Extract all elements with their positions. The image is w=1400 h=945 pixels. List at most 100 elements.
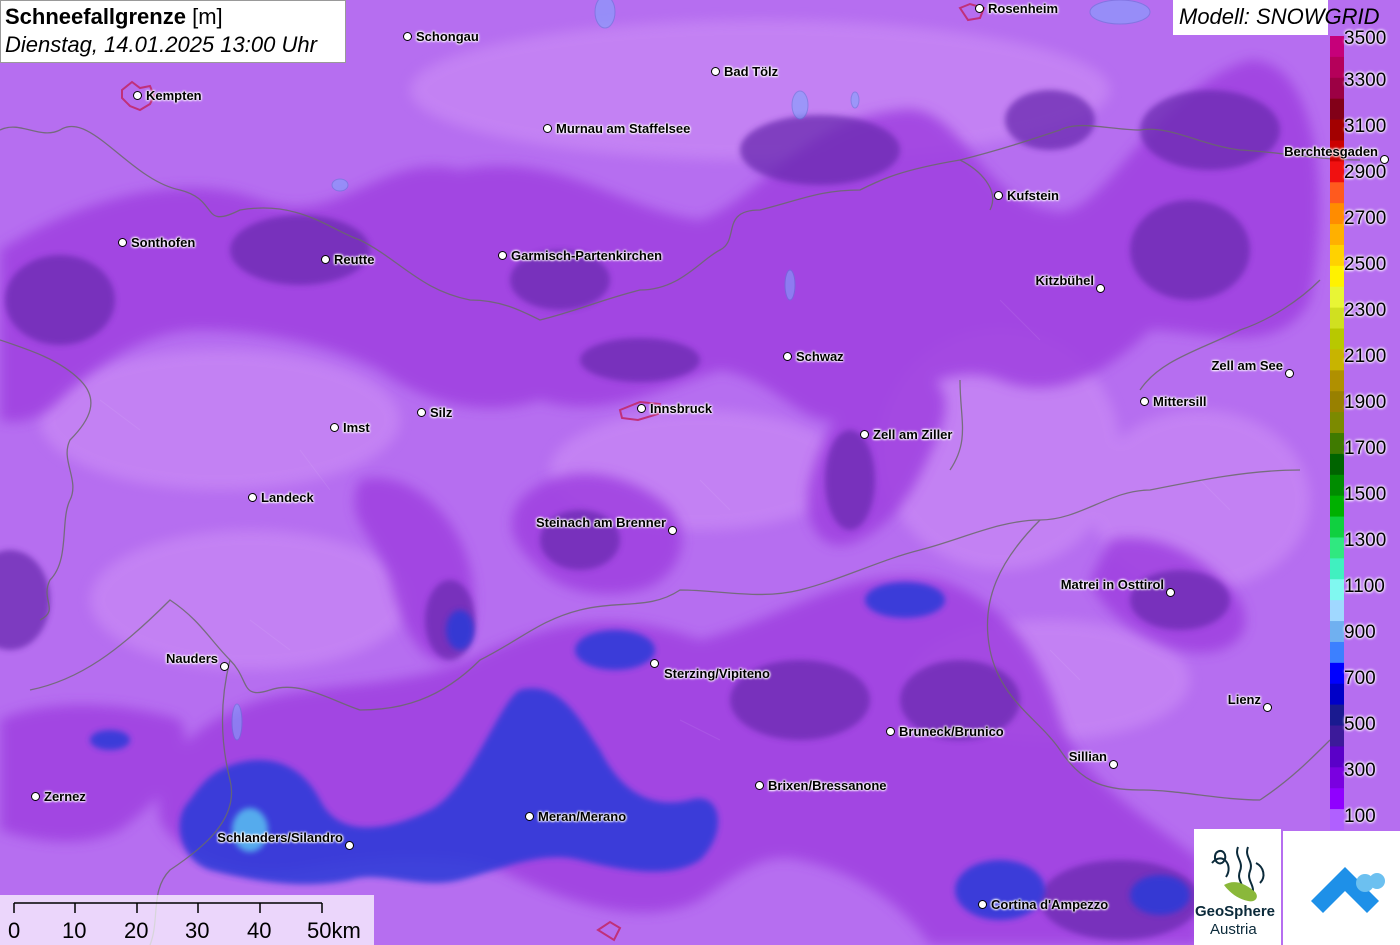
city-dot-icon [978, 900, 987, 909]
city-dot-icon [1140, 397, 1149, 406]
city-label: Lienz [1227, 692, 1261, 707]
legend-label: 3100 [1344, 116, 1387, 137]
city-label: Landeck [261, 490, 314, 505]
city-label: Sillian [1068, 749, 1107, 764]
legend-color-step [1330, 265, 1344, 288]
legend-color-step [1330, 391, 1344, 413]
legend-label: 3300 [1344, 70, 1387, 91]
legend-label: 2700 [1344, 208, 1387, 229]
legend-color-step [1330, 286, 1344, 309]
legend-color-step [1330, 621, 1344, 643]
city-dot-icon [1109, 760, 1118, 769]
city-label: Innsbruck [650, 401, 713, 416]
parameter-name: Schneefallgrenze [5, 4, 186, 29]
city-dot-icon [220, 662, 229, 671]
city-dot-icon [994, 191, 1003, 200]
city-dot-icon [783, 352, 792, 361]
city-dot-icon [711, 67, 720, 76]
city-label: Schlanders/Silandro [217, 830, 343, 845]
city-dot-icon [330, 423, 339, 432]
city-dot-icon [31, 792, 40, 801]
legend-color-step [1330, 77, 1344, 100]
legend-color-step [1330, 161, 1344, 183]
city-label: Schongau [416, 29, 479, 44]
geosphere-austria-logo: GeoSphere Austria [1194, 829, 1281, 945]
legend-color-step [1330, 495, 1344, 518]
scale-label-40: 40 [247, 918, 272, 943]
legend-color-step [1330, 307, 1344, 330]
city-label: Kitzbühel [1035, 273, 1095, 288]
legend-label: 1700 [1344, 438, 1387, 459]
city-dot-icon [417, 408, 426, 417]
weather-app-logo [1283, 831, 1400, 945]
scale-label-0: 0 [8, 918, 21, 943]
city-label: Bruneck/Brunico [899, 724, 1004, 739]
model-label: Modell: SNOWGRID [1173, 0, 1379, 35]
legend-label: 900 [1344, 622, 1376, 643]
scale-label-10: 10 [62, 918, 87, 943]
city-label: Garmisch-Partenkirchen [511, 248, 663, 263]
geosphere-logo-line2: Austria [1210, 921, 1257, 938]
city-dot-icon [1285, 369, 1294, 378]
map-title: Schneefallgrenze [m] [5, 3, 341, 31]
legend-label: 300 [1344, 760, 1376, 781]
city-label: Schwaz [796, 349, 844, 364]
forecast-datetime: Dienstag, 14.01.2025 13:00 Uhr [5, 32, 317, 57]
legend-color-step [1330, 704, 1344, 727]
city-label: Steinach am Brenner [535, 515, 666, 530]
legend-color-step [1330, 662, 1344, 685]
legend-color-step [1330, 244, 1344, 267]
city-label: Berchtesgaden [1284, 144, 1378, 159]
city-label: Reutte [334, 252, 375, 267]
city-dot-icon [755, 781, 764, 790]
city-label: Imst [343, 420, 370, 435]
legend-color-step [1330, 412, 1344, 434]
cloud-roof-icon [1311, 867, 1385, 913]
city-dot-icon [118, 238, 127, 247]
legend-color-step [1330, 433, 1344, 455]
geosphere-logo-line1: GeoSphere [1195, 903, 1276, 920]
legend-color-step [1330, 725, 1344, 748]
geosphere-emblem-icon [1211, 846, 1265, 902]
legend-label: 2500 [1344, 254, 1387, 275]
city-dot-icon [133, 91, 142, 100]
city-label: Kufstein [1007, 188, 1059, 203]
legend-color-step [1330, 36, 1344, 58]
map-title-box: Schneefallgrenze [m] Dienstag, 14.01.202… [0, 0, 346, 63]
city-label: Matrei in Osttirol [1060, 577, 1164, 592]
legend-label: 1900 [1344, 392, 1387, 413]
legend-color-step [1330, 56, 1344, 79]
legend-color-step [1330, 641, 1344, 664]
legend-color-step [1330, 370, 1344, 392]
city-dot-icon [498, 251, 507, 260]
legend-color-step [1330, 328, 1344, 351]
legend-color-step [1330, 516, 1344, 539]
city-label: Sonthofen [131, 235, 196, 250]
city-dot-icon [345, 841, 354, 850]
legend-color-step [1330, 453, 1344, 476]
legend-color-step [1330, 558, 1344, 580]
legend-color-step [1330, 203, 1344, 225]
city-label: Silz [430, 405, 453, 420]
city-dot-icon [321, 255, 330, 264]
legend-color-step [1330, 809, 1344, 830]
snowline-map [0, 0, 1400, 945]
legend-color-step [1330, 224, 1344, 246]
city-dot-icon [886, 727, 895, 736]
city-dot-icon [975, 4, 984, 13]
city-label: Brixen/Bressanone [768, 778, 887, 793]
city-dot-icon [637, 404, 646, 413]
city-dot-icon [525, 812, 534, 821]
legend-color-step [1330, 474, 1344, 497]
legend-color-step [1330, 537, 1344, 559]
city-dot-icon [1096, 284, 1105, 293]
city-label: Meran/Merano [538, 809, 627, 824]
legend-label: 2100 [1344, 346, 1387, 367]
city-dot-icon [248, 493, 257, 502]
legend-label: 3500 [1344, 28, 1387, 49]
legend-label: 1300 [1344, 530, 1387, 551]
legend-color-step [1330, 788, 1344, 810]
scale-label-30: 30 [185, 918, 210, 943]
city-dot-icon [1380, 155, 1389, 164]
parameter-unit: [m] [192, 4, 223, 29]
